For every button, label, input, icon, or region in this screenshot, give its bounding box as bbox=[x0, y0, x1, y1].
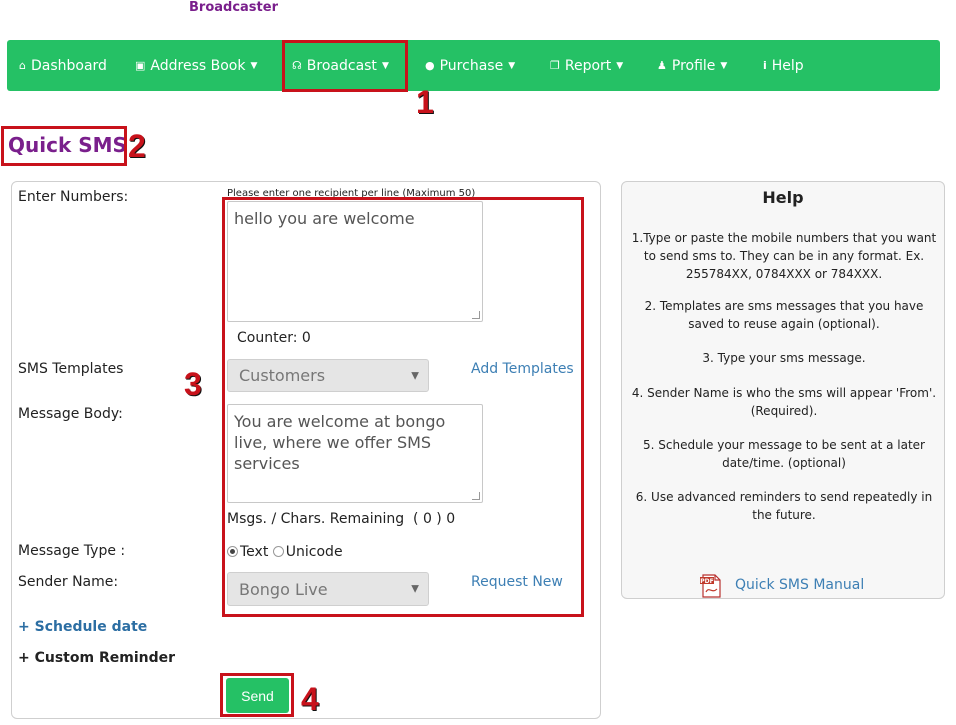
sms-templates-label: SMS Templates bbox=[18, 361, 124, 377]
info-icon: i bbox=[763, 59, 767, 72]
nav-profile[interactable]: ♟ Profile ▼ bbox=[657, 40, 727, 91]
quick-sms-manual-link[interactable]: Quick SMS Manual bbox=[735, 577, 864, 593]
nav-address-book-label: Address Book bbox=[150, 57, 246, 74]
help-panel: Help 1.Type or paste the mobile numbers … bbox=[621, 181, 945, 599]
nav-profile-label: Profile bbox=[671, 57, 716, 74]
annotation-number-1: 1 bbox=[416, 84, 434, 120]
message-body-label: Message Body: bbox=[18, 406, 123, 422]
main-navbar: ⌂ Dashboard ▣ Address Book ▼ ☊ Broadcast… bbox=[7, 40, 940, 91]
nav-address-book[interactable]: ▣ Address Book ▼ bbox=[135, 40, 257, 91]
caret-down-icon: ▼ bbox=[508, 60, 516, 71]
annotation-box-form bbox=[222, 197, 584, 617]
help-step-5: 5. Schedule your message to be sent at a… bbox=[643, 438, 925, 470]
caret-down-icon: ▼ bbox=[720, 60, 728, 71]
annotation-number-4: 4 bbox=[301, 681, 319, 717]
caret-down-icon: ▼ bbox=[250, 60, 258, 71]
annotation-number-3: 3 bbox=[184, 366, 202, 402]
message-type-label: Message Type : bbox=[18, 543, 126, 559]
pdf-file-icon[interactable]: PDF bbox=[700, 574, 722, 598]
nav-purchase[interactable]: ● Purchase ▼ bbox=[425, 40, 515, 91]
annotation-box-broadcast bbox=[282, 40, 408, 92]
annotation-number-2: 2 bbox=[128, 128, 146, 164]
custom-reminder-link[interactable]: + Custom Reminder bbox=[18, 650, 175, 666]
nav-help[interactable]: i Help bbox=[763, 40, 804, 91]
schedule-date-link[interactable]: + Schedule date bbox=[18, 619, 147, 635]
help-step-2: 2. Templates are sms messages that you h… bbox=[644, 299, 924, 331]
help-step-6: 6. Use advanced reminders to send repeat… bbox=[635, 490, 933, 522]
caret-down-icon: ▼ bbox=[616, 60, 624, 71]
user-icon: ♟ bbox=[657, 59, 667, 72]
nav-dashboard[interactable]: ⌂ Dashboard bbox=[19, 40, 107, 91]
copy-icon: ❐ bbox=[550, 59, 560, 72]
help-step-1: 1.Type or paste the mobile numbers that … bbox=[631, 231, 937, 281]
help-step-3: 3. Type your sms message. bbox=[702, 351, 866, 365]
nav-purchase-label: Purchase bbox=[439, 57, 504, 74]
help-step-4: 4. Sender Name is who the sms will appea… bbox=[631, 386, 937, 418]
nav-dashboard-label: Dashboard bbox=[30, 57, 107, 74]
help-title: Help bbox=[762, 188, 804, 207]
nav-help-label: Help bbox=[771, 57, 804, 74]
enter-numbers-label: Enter Numbers: bbox=[18, 189, 129, 205]
annotation-box-title bbox=[1, 126, 127, 166]
pdf-icon-text: PDF bbox=[700, 578, 713, 585]
home-icon: ⌂ bbox=[19, 59, 26, 72]
nav-report[interactable]: ❐ Report ▼ bbox=[550, 40, 623, 91]
sender-name-label: Sender Name: bbox=[18, 574, 119, 590]
plus-circle-icon: ● bbox=[425, 59, 435, 72]
book-icon: ▣ bbox=[135, 59, 146, 72]
annotation-box-send bbox=[220, 673, 294, 717]
nav-report-label: Report bbox=[564, 57, 612, 74]
brand-title: Broadcaster bbox=[189, 0, 278, 15]
